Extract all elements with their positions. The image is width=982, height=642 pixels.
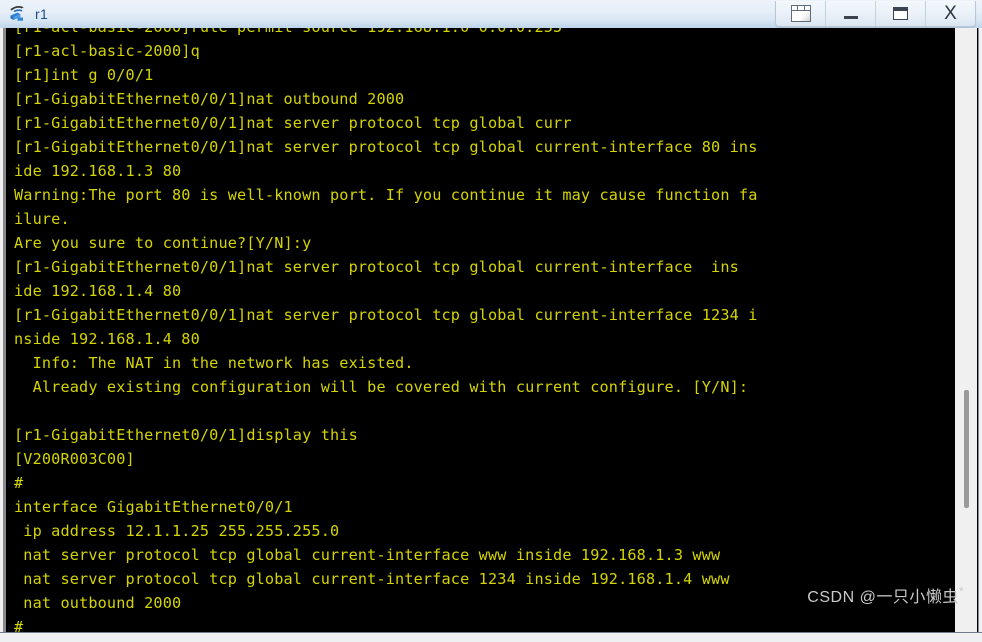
terminal-line: [r1-acl-basic-2000]rule permit source 19…	[14, 28, 958, 39]
watermark-text: CSDN @一只小懒虫	[807, 589, 959, 606]
router-icon	[8, 3, 30, 25]
terminal-window: r1 X [r1-acl-basic-2000]rule per	[0, 0, 982, 642]
close-icon: X	[944, 3, 957, 24]
window-title: r1	[35, 6, 49, 22]
vertical-scrollbar[interactable]	[954, 28, 977, 632]
window-bottom-strip	[0, 632, 982, 642]
window-titlebar[interactable]: r1 X	[0, 0, 982, 29]
terminal-line: ide 192.168.1.4 80	[14, 282, 182, 300]
terminal-line: nside 192.168.1.4 80	[14, 330, 200, 348]
terminal-line: [r1]int g 0/0/1	[14, 66, 154, 84]
terminal-line: Warning:The port 80 is well-known port. …	[14, 186, 758, 204]
terminal-line: [r1-GigabitEthernet0/0/1]nat server prot…	[14, 258, 739, 276]
titlebar-left: r1	[0, 0, 48, 28]
minimize-button[interactable]	[826, 1, 876, 26]
terminal-line: interface GigabitEthernet0/0/1	[14, 498, 293, 516]
terminal-output: [r1-acl-basic-2000]rule permit source 19…	[14, 28, 958, 632]
window-controls: X	[775, 1, 976, 27]
close-button[interactable]: X	[926, 1, 975, 26]
terminal-line: Are you sure to continue?[Y/N]:y	[14, 234, 312, 252]
terminal-line: ide 192.168.1.3 80	[14, 162, 182, 180]
terminal-area: [r1-acl-basic-2000]rule permit source 19…	[0, 28, 982, 642]
terminal-line: ip address 12.1.1.25 255.255.255.0	[14, 522, 340, 540]
terminal-line: [r1-GigabitEthernet0/0/1]display this	[14, 426, 358, 444]
restore-all-button[interactable]	[776, 1, 826, 26]
terminal-line: [r1-GigabitEthernet0/0/1]nat server prot…	[14, 306, 758, 324]
maximize-button[interactable]	[876, 1, 926, 26]
terminal-line: [r1-acl-basic-2000]q	[14, 42, 200, 60]
scrollbar-thumb[interactable]	[964, 390, 969, 508]
terminal-frame: [r1-acl-basic-2000]rule permit source 19…	[3, 28, 979, 632]
watermark: CSDN @一只小懒虫*	[807, 583, 964, 607]
terminal-line: [V200R003C00]	[14, 450, 135, 468]
terminal-line: Already existing configuration will be c…	[14, 378, 749, 396]
minimize-icon	[843, 15, 858, 19]
maximize-icon	[893, 7, 908, 20]
terminal-line: [r1-GigabitEthernet0/0/1]nat server prot…	[14, 138, 758, 156]
terminal-line: Info: The NAT in the network has existed…	[14, 354, 414, 372]
terminal-line: nat server protocol tcp global current-i…	[14, 546, 721, 564]
cascade-windows-icon	[790, 5, 811, 22]
terminal-line: #	[14, 618, 24, 632]
terminal-line: #	[14, 474, 24, 492]
terminal-line: ilure.	[14, 210, 70, 228]
watermark-suffix: *	[958, 584, 964, 599]
terminal-line: [r1-GigabitEthernet0/0/1]nat server prot…	[14, 114, 572, 132]
terminal-console[interactable]: [r1-acl-basic-2000]rule permit source 19…	[6, 28, 958, 632]
terminal-line: [r1-GigabitEthernet0/0/1]nat outbound 20…	[14, 90, 405, 108]
